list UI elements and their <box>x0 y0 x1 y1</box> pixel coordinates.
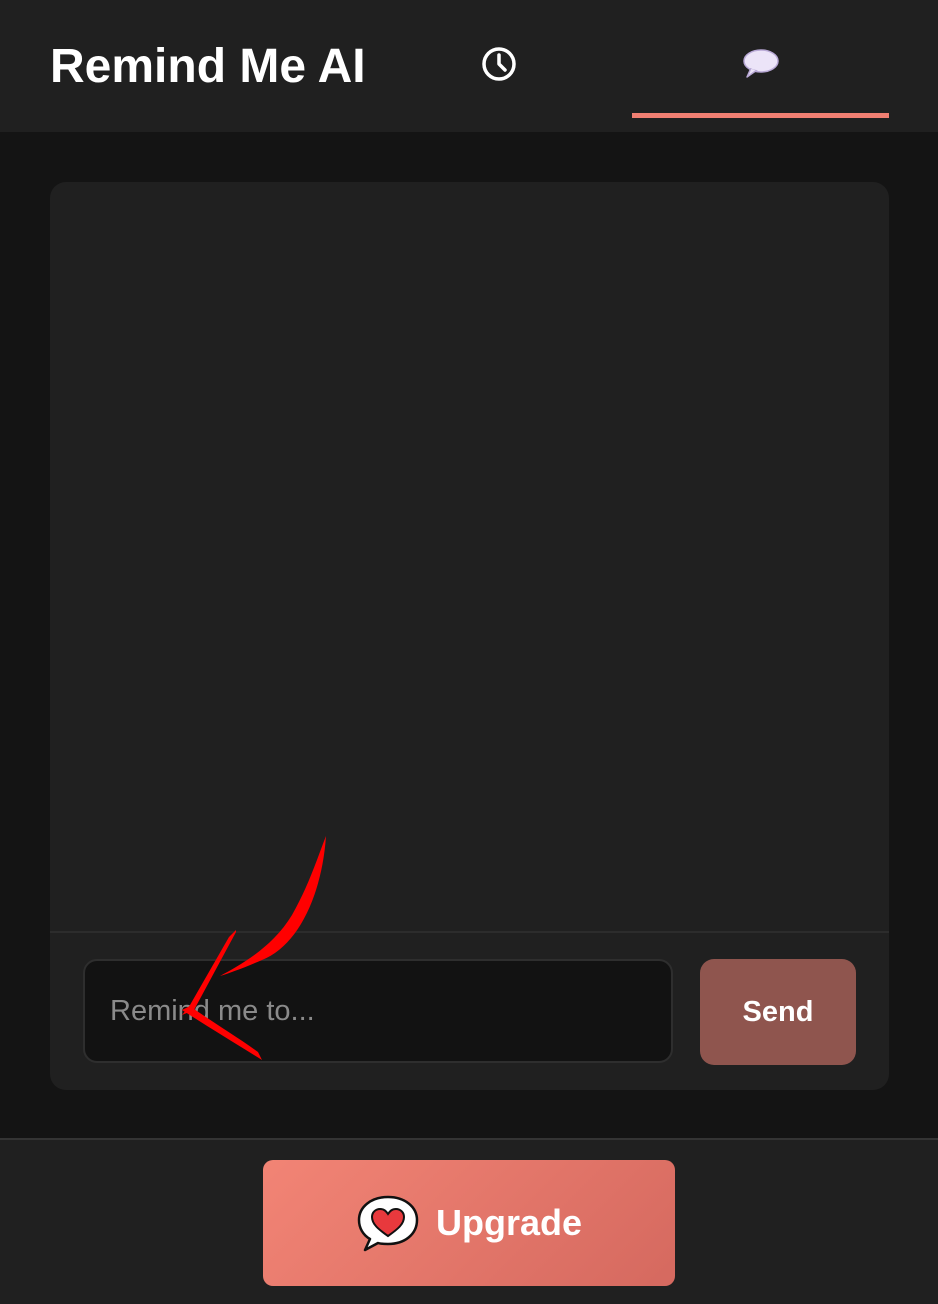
clock-icon <box>482 47 516 81</box>
message-list[interactable] <box>50 182 889 931</box>
active-tab-indicator <box>632 113 889 118</box>
message-composer: Send <box>50 931 889 1090</box>
app-root: Remind Me AI Send <box>0 0 938 1304</box>
chat-panel: Send <box>50 182 889 1090</box>
reminder-input[interactable] <box>83 959 673 1063</box>
upgrade-label: Upgrade <box>435 1202 583 1243</box>
tab-history[interactable] <box>370 0 628 132</box>
speech-bubble-icon <box>742 49 779 78</box>
footer-bar: Upgrade <box>0 1138 938 1304</box>
app-title: Remind Me AI <box>50 40 366 93</box>
upgrade-button[interactable]: Upgrade <box>263 1160 675 1286</box>
send-button[interactable]: Send <box>700 959 856 1065</box>
tab-chat[interactable] <box>632 0 889 132</box>
header-bar: Remind Me AI <box>0 0 938 132</box>
heart-speech-bubble-icon <box>357 1195 419 1252</box>
